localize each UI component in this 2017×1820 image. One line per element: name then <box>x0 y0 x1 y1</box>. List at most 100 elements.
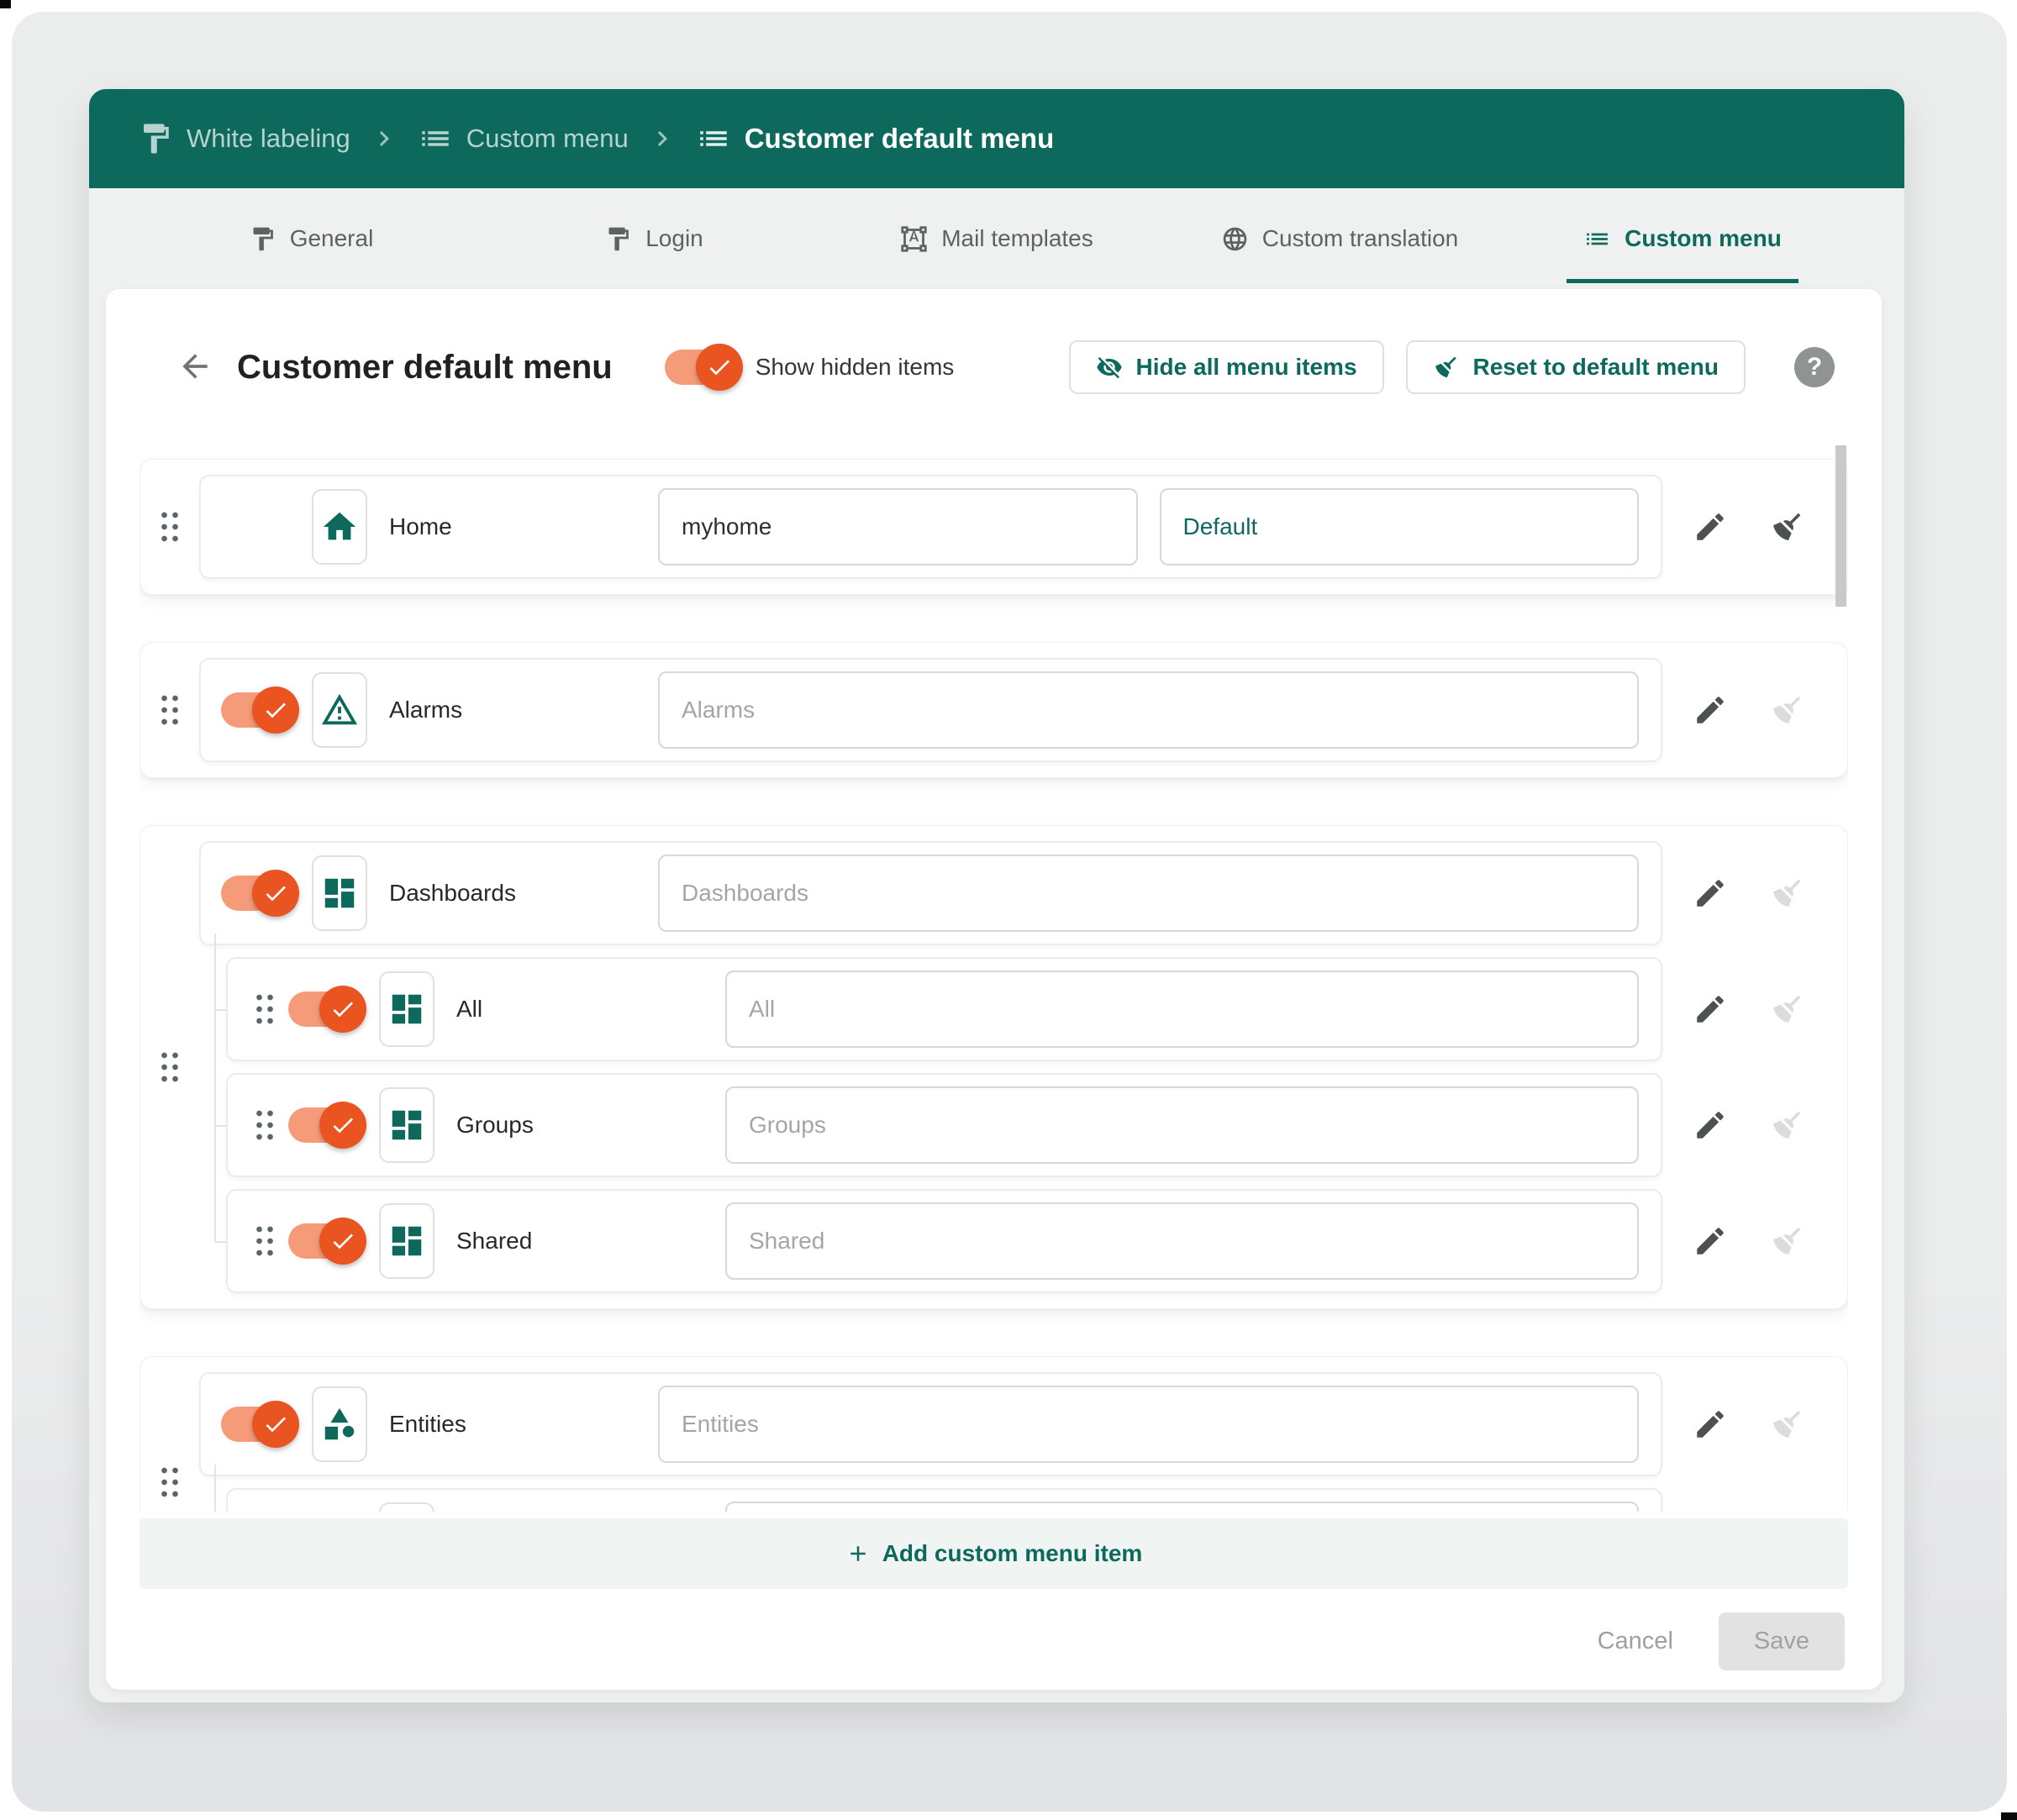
toggle-knob-check-icon <box>319 1218 366 1265</box>
menu-row-entities: Entities <box>199 1372 1662 1476</box>
tab-label: Login <box>645 225 703 252</box>
menu-item-name-input[interactable] <box>725 1502 1639 1512</box>
menu-item-label: Shared <box>456 1228 725 1255</box>
menu-item-label: All <box>456 996 725 1023</box>
page-title: Customer default menu <box>237 349 613 387</box>
visibility-toggle[interactable] <box>288 1223 361 1259</box>
category-icon[interactable] <box>312 1386 367 1462</box>
dashboard-icon[interactable] <box>379 971 434 1047</box>
help-button[interactable]: ? <box>1794 347 1835 387</box>
custom-menu-card: Customer default menu Show hidden items … <box>106 289 1882 1690</box>
add-custom-menu-item-label: Add custom menu item <box>882 1540 1143 1567</box>
menu-item-name-input[interactable] <box>658 1386 1639 1463</box>
mail-templates-icon <box>900 225 928 253</box>
devices-icon[interactable] <box>379 1502 434 1512</box>
toggle-knob-check-icon <box>252 870 299 917</box>
add-custom-menu-item-button[interactable]: Add custom menu item <box>140 1518 1848 1589</box>
menu-entry-alarms: Alarms <box>140 642 1848 778</box>
screen-corner-artifact-bottom-right <box>2001 1812 2017 1820</box>
menu-row-alarms: Alarms <box>199 658 1662 762</box>
edit-button[interactable] <box>1681 1212 1740 1270</box>
dashboards-children: All <box>226 957 1817 1293</box>
visibility-toggle[interactable] <box>221 692 293 728</box>
edit-button[interactable] <box>1681 864 1740 923</box>
toolbar: Customer default menu Show hidden items … <box>106 289 1882 445</box>
edit-button[interactable] <box>1681 1395 1740 1454</box>
tab-general[interactable]: General <box>140 217 482 261</box>
menu-items-list: Home <box>140 445 1848 1512</box>
white-labeling-window: White labeling Custom menu Customer defa… <box>89 89 1904 1702</box>
visibility-toggle[interactable] <box>221 1407 293 1442</box>
entities-children: Devices <box>226 1488 1817 1512</box>
edit-button[interactable] <box>1681 980 1740 1039</box>
menu-list-icon <box>418 121 453 156</box>
back-button[interactable] <box>173 345 217 389</box>
tab-label: General <box>290 225 374 252</box>
tab-login[interactable]: Login <box>482 217 825 261</box>
visibility-toggle[interactable] <box>221 876 293 911</box>
drag-handle[interactable] <box>159 509 181 544</box>
menu-item-name-input[interactable] <box>658 855 1639 932</box>
drag-handle[interactable] <box>159 692 181 728</box>
reset-to-default-menu-button[interactable]: Reset to default menu <box>1406 340 1746 394</box>
drag-handle[interactable] <box>254 1107 276 1143</box>
home-icon[interactable] <box>312 489 367 565</box>
drag-handle[interactable] <box>159 1465 181 1500</box>
edit-button[interactable] <box>1681 681 1740 739</box>
dashboard-icon[interactable] <box>379 1203 434 1279</box>
warning-triangle-icon[interactable] <box>312 672 367 748</box>
chevron-right-icon <box>647 124 677 154</box>
tab-label: Mail templates <box>941 225 1093 252</box>
toggle-knob-check-icon <box>252 1401 299 1448</box>
menu-item-label: Dashboards <box>389 880 658 907</box>
menu-item-name-input[interactable] <box>725 1202 1639 1280</box>
menu-item-name-input[interactable] <box>725 1086 1639 1164</box>
toggle-knob-check-icon <box>696 344 743 391</box>
menu-item-name-input[interactable] <box>725 970 1639 1048</box>
drag-handle[interactable] <box>254 1223 276 1259</box>
menu-entry-home: Home <box>140 459 1848 595</box>
visibility-toggle[interactable] <box>288 1107 361 1143</box>
show-hidden-items-toggle[interactable] <box>665 350 737 385</box>
edit-button[interactable] <box>1681 1096 1740 1155</box>
tab-mail-templates[interactable]: Mail templates <box>825 217 1168 261</box>
toggle-knob-check-icon <box>319 1102 366 1149</box>
tab-custom-menu[interactable]: Custom menu <box>1511 217 1854 261</box>
clear-button <box>1758 1395 1817 1454</box>
home-dashboard-input[interactable] <box>1160 488 1640 565</box>
paint-roller-icon <box>249 225 276 253</box>
breadcrumb-white-labeling[interactable]: White labeling <box>138 121 350 156</box>
clear-button <box>1758 681 1817 739</box>
edit-button[interactable] <box>1681 497 1740 556</box>
menu-item-name-input[interactable] <box>658 671 1639 749</box>
menu-entry-entities-group: Entities <box>140 1356 1848 1512</box>
cancel-button[interactable]: Cancel <box>1589 1616 1682 1667</box>
show-hidden-items-toggle-group: Show hidden items <box>665 350 955 385</box>
dashboard-icon[interactable] <box>312 855 367 931</box>
breadcrumb-custom-menu[interactable]: Custom menu <box>418 121 629 156</box>
edit-button[interactable] <box>1681 1511 1740 1512</box>
clear-button[interactable] <box>1758 497 1817 556</box>
chevron-right-icon <box>369 124 399 154</box>
menu-item-name-input[interactable] <box>658 488 1138 565</box>
show-hidden-items-label: Show hidden items <box>756 354 955 381</box>
tab-custom-translation[interactable]: Custom translation <box>1168 217 1511 261</box>
hide-all-menu-items-button[interactable]: Hide all menu items <box>1069 340 1384 394</box>
hide-all-label: Hide all menu items <box>1136 354 1357 381</box>
form-actions: Cancel Save <box>106 1589 1882 1670</box>
dashboard-icon[interactable] <box>379 1087 434 1163</box>
menu-child-row-all: All <box>226 957 1817 1061</box>
menu-item-label: Home <box>389 513 658 540</box>
drag-handle[interactable] <box>159 1049 181 1085</box>
menu-item-label: Alarms <box>389 697 658 723</box>
eye-off-icon <box>1096 354 1123 381</box>
tab-label: Custom menu <box>1625 225 1782 252</box>
save-button[interactable]: Save <box>1719 1612 1845 1670</box>
visibility-toggle[interactable] <box>288 992 361 1027</box>
menu-child-row-groups: Groups <box>226 1073 1817 1177</box>
drag-handle[interactable] <box>254 992 276 1027</box>
tab-label: Custom translation <box>1262 225 1458 252</box>
paint-roller-icon <box>604 225 632 253</box>
clear-button <box>1758 1096 1817 1155</box>
scrollbar-thumb[interactable] <box>1835 445 1846 607</box>
